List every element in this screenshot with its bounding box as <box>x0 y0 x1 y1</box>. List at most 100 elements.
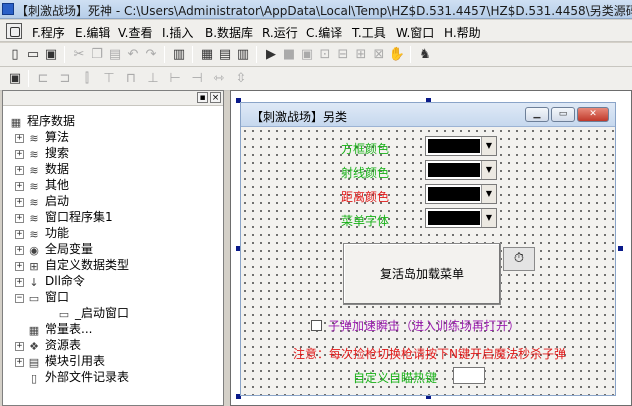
debug3-icon[interactable]: ⊟ <box>334 46 352 63</box>
expand-icon[interactable]: + <box>15 198 24 207</box>
tree-item[interactable]: ▭ _启动窗口 <box>45 305 129 321</box>
debug2-icon[interactable]: ⊡ <box>316 46 334 63</box>
chevron-down-icon[interactable]: ▼ <box>481 185 496 203</box>
menu-program[interactable]: F.程序 <box>32 24 65 41</box>
load-menu-button[interactable]: 复活岛加载菜单 <box>343 243 501 305</box>
tree-item[interactable]: − ▭ 窗口 <box>15 289 69 305</box>
expand-icon[interactable]: + <box>15 358 24 367</box>
chevron-down-icon[interactable]: ▼ <box>481 161 496 179</box>
ray-color-label: 射线颜色 <box>341 166 390 180</box>
stop-icon[interactable]: ■ <box>280 46 298 63</box>
ray-color-select[interactable]: ▼ <box>425 160 497 180</box>
box-color-select[interactable]: ▼ <box>425 136 497 156</box>
redo-icon[interactable]: ↷ <box>142 46 160 63</box>
panel-minimize-button[interactable]: ▪ <box>197 92 208 103</box>
expand-icon[interactable]: + <box>15 166 24 175</box>
align-center-icon[interactable]: ⊐ <box>56 70 74 87</box>
tree-item[interactable]: + ❖ 资源表 <box>15 337 81 353</box>
tree-item[interactable]: + ≋ 窗口程序集1 <box>15 209 113 225</box>
support-icon[interactable]: ♞ <box>416 46 434 63</box>
tree-item[interactable]: + ≋ 搜索 <box>15 145 69 161</box>
open-folder-icon[interactable]: ▭ <box>24 46 42 63</box>
menu-insert[interactable]: I.插入 <box>162 24 193 41</box>
window-icon: ▭ <box>28 292 40 305</box>
distance-color-select[interactable]: ▼ <box>425 184 497 204</box>
tree-item[interactable]: + ≋ 功能 <box>15 225 69 241</box>
tree-item[interactable]: + ≋ 启动 <box>15 193 69 209</box>
tree-root[interactable]: ▦ 程序数据 <box>9 113 75 129</box>
expand-icon[interactable]: + <box>15 214 24 223</box>
form-minimize-button[interactable]: ▁ <box>525 107 549 122</box>
bullet-accel-checkbox-row[interactable]: 子弹加速瞬击（进入训练场再打开） <box>311 317 520 334</box>
expand-icon[interactable]: + <box>15 230 24 239</box>
module-icon: ▤ <box>28 356 40 369</box>
expand-icon[interactable]: + <box>15 262 24 271</box>
tree-item[interactable]: + ↓ Dll命令 <box>15 273 85 289</box>
align-middle-icon[interactable]: ⊓ <box>122 70 140 87</box>
expand-icon[interactable]: + <box>15 182 24 191</box>
expand-icon[interactable]: + <box>15 150 24 159</box>
align-right-icon[interactable]: ⫿ <box>78 70 96 87</box>
cut-icon[interactable]: ✂ <box>70 46 88 63</box>
datatype-icon: ⊞ <box>29 260 39 273</box>
menu-database[interactable]: B.数据库 <box>205 24 253 41</box>
align-icon[interactable]: ▣ <box>6 70 24 87</box>
tree-item[interactable]: + ≋ 算法 <box>15 129 69 145</box>
resize-handle-mr[interactable] <box>618 246 623 251</box>
expand-icon[interactable]: + <box>15 278 24 287</box>
find-icon[interactable]: ▥ <box>170 46 188 63</box>
run-icon[interactable]: ▶ <box>262 46 280 63</box>
expand-icon[interactable]: + <box>15 246 24 255</box>
hotkey-input[interactable] <box>453 367 485 384</box>
copy-icon[interactable]: ❐ <box>88 46 106 63</box>
same-height-icon[interactable]: ⊣ <box>188 70 206 87</box>
undo-icon[interactable]: ↶ <box>124 46 142 63</box>
align-bottom-icon[interactable]: ⊥ <box>144 70 162 87</box>
collapse-icon[interactable]: − <box>15 294 24 303</box>
document-icon[interactable] <box>6 23 22 39</box>
hspace-icon[interactable]: ⇿ <box>210 70 228 87</box>
expand-icon[interactable]: + <box>15 342 24 351</box>
menu-font-select[interactable]: ▼ <box>425 208 497 228</box>
menu-help[interactable]: H.帮助 <box>444 24 481 41</box>
menu-edit[interactable]: E.编辑 <box>75 24 110 41</box>
debug5-icon[interactable]: ⊠ <box>370 46 388 63</box>
tree-item[interactable]: ▦ 常量表... <box>15 321 93 337</box>
menu-view[interactable]: V.查看 <box>118 24 152 41</box>
tree-item[interactable]: ▯ 外部文件记录表 <box>15 369 129 385</box>
debug4-icon[interactable]: ⊞ <box>352 46 370 63</box>
menu-compile[interactable]: C.编译 <box>306 24 342 41</box>
layout1-icon[interactable]: ▦ <box>198 46 216 63</box>
layout2-icon[interactable]: ▤ <box>216 46 234 63</box>
align-toolbar: ▣ ⊏ ⊐ ⫿ ⊤ ⊓ ⊥ ⊢ ⊣ ⇿ ⇳ <box>0 67 632 91</box>
form-maximize-button[interactable]: ▭ <box>551 107 575 122</box>
debug1-icon[interactable]: ▣ <box>298 46 316 63</box>
menu-window[interactable]: W.窗口 <box>396 24 434 41</box>
chevron-down-icon[interactable]: ▼ <box>481 137 496 155</box>
tree-item[interactable]: + ▤ 模块引用表 <box>15 353 105 369</box>
form-close-button[interactable]: ✕ <box>577 107 609 122</box>
menu-run[interactable]: R.运行 <box>262 24 298 41</box>
same-width-icon[interactable]: ⊢ <box>166 70 184 87</box>
designed-form[interactable]: 【刺激战场】另类 ▁ ▭ ✕ 方框颜色 ▼ 射线颜色 ▼ 距离颜色 ▼ 菜单字体… <box>240 102 616 396</box>
paste-icon[interactable]: ▤ <box>106 46 124 63</box>
tree-item[interactable]: + ◉ 全局变量 <box>15 241 93 257</box>
align-left-icon[interactable]: ⊏ <box>34 70 52 87</box>
align-top-icon[interactable]: ⊤ <box>100 70 118 87</box>
tree-item[interactable]: + ⊞ 自定义数据类型 <box>15 257 129 273</box>
save-icon[interactable]: ▣ <box>42 46 60 63</box>
new-file-icon[interactable]: ▯ <box>6 46 24 63</box>
panel-close-button[interactable]: × <box>210 92 221 103</box>
bullet-accel-checkbox[interactable] <box>311 320 322 331</box>
expand-icon[interactable]: + <box>15 134 24 143</box>
tree-item[interactable]: + ≋ 数据 <box>15 161 69 177</box>
vspace-icon[interactable]: ⇳ <box>232 70 250 87</box>
timer-icon[interactable]: ⏱ <box>503 247 535 271</box>
layout3-icon[interactable]: ▥ <box>234 46 252 63</box>
menu-tools[interactable]: T.工具 <box>352 24 386 41</box>
chevron-down-icon[interactable]: ▼ <box>481 209 496 227</box>
layers-icon: ≋ <box>29 180 39 193</box>
hand-icon[interactable]: ✋ <box>388 46 406 63</box>
tree-item-label: Dll命令 <box>45 274 85 288</box>
tree-item[interactable]: + ≋ 其他 <box>15 177 69 193</box>
